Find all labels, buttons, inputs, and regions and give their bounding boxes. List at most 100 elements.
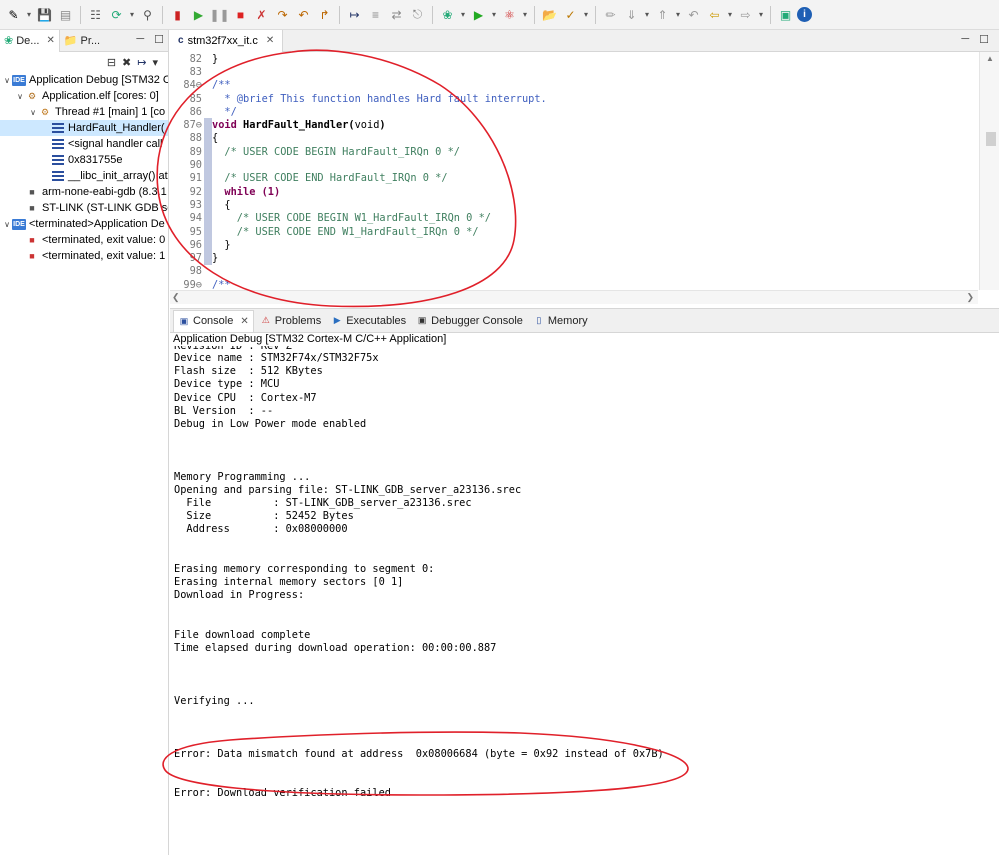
- close-icon[interactable]: ✕: [240, 316, 248, 327]
- last-edit-icon[interactable]: ↶: [684, 5, 703, 25]
- tab-problems[interactable]: ⚠ Problems: [256, 310, 325, 332]
- new-icon[interactable]: ✎: [4, 5, 23, 25]
- tree-item[interactable]: ■ ST-LINK (ST-LINK GDB ser: [0, 200, 168, 216]
- minimize-icon[interactable]: ─: [961, 33, 969, 46]
- pen-icon[interactable]: ✏: [601, 5, 620, 25]
- view-menu-icon[interactable]: ▾: [152, 56, 158, 69]
- build-icon[interactable]: ☷: [86, 5, 105, 25]
- prev-annotation-icon[interactable]: ⇑: [653, 5, 672, 25]
- tab-console[interactable]: ▣ Console ✕: [173, 309, 254, 332]
- chevron-down-icon[interactable]: ∨: [15, 92, 25, 101]
- chevron-down-icon[interactable]: ∨: [2, 76, 12, 85]
- line-number: 95: [189, 225, 202, 238]
- console-output[interactable]: Revision ID : Rev Z Device name : STM32F7…: [170, 346, 999, 800]
- run-dropdown-icon[interactable]: ▾: [490, 5, 498, 25]
- tree-item[interactable]: ■ arm-none-eabi-gdb (8.3.1: [0, 184, 168, 200]
- console-line: Address : 0x08000000: [174, 523, 348, 536]
- tree-item[interactable]: __libc_init_array() at: [0, 168, 168, 184]
- console-line: Device type : MCU: [174, 378, 280, 391]
- scroll-right-icon[interactable]: ❯: [966, 292, 974, 303]
- console-line: File : ST-LINK_GDB_server_a23136.srec: [174, 497, 472, 510]
- pin-icon[interactable]: ▣: [776, 5, 795, 25]
- external-tools-dropdown-icon[interactable]: ▾: [521, 5, 529, 25]
- console-header: Application Debug [STM32 Cortex-M C/C++ …: [173, 333, 447, 345]
- search-icon[interactable]: ✓: [561, 5, 580, 25]
- filter-icon[interactable]: ⚲: [138, 5, 157, 25]
- tab-project-label: Pr...: [80, 34, 101, 47]
- code-text: * @brief This function handles Hard faul…: [212, 92, 547, 105]
- tree-item[interactable]: ■ <terminated, exit value: 0: [0, 232, 168, 248]
- search-dropdown-icon[interactable]: ▾: [582, 5, 590, 25]
- code-text: while (1): [212, 185, 281, 198]
- debug-config-icon[interactable]: ⟳: [107, 5, 126, 25]
- tab-project[interactable]: 📁 Pr...: [60, 30, 104, 52]
- gutter-marker: [204, 198, 212, 212]
- tab-memory[interactable]: ▯ Memory: [529, 310, 592, 332]
- gutter-marker: [204, 251, 212, 265]
- tab-debug[interactable]: ❀ De... ✕: [0, 30, 60, 52]
- disconnect-icon[interactable]: ✗: [252, 5, 271, 25]
- use-step-filters-icon[interactable]: ≡: [366, 5, 385, 25]
- tree-item[interactable]: ∨ IDE <terminated>Application De: [0, 216, 168, 232]
- tree-item[interactable]: ■ <terminated, exit value: 1: [0, 248, 168, 264]
- step-over-icon[interactable]: ↶: [294, 5, 313, 25]
- step-return-icon[interactable]: ↱: [315, 5, 334, 25]
- maximize-icon[interactable]: ☐: [154, 33, 164, 46]
- maximize-icon[interactable]: ☐: [979, 33, 989, 46]
- tab-executables[interactable]: ▶ Executables: [327, 310, 410, 332]
- external-tools-icon[interactable]: ⚛: [500, 5, 519, 25]
- code-line: 88 {: [170, 131, 978, 146]
- forward-icon[interactable]: ⇨: [736, 5, 755, 25]
- back-dropdown-icon[interactable]: ▾: [726, 5, 734, 25]
- code-line: 86 */: [170, 105, 978, 118]
- step-mode-icon[interactable]: ↦: [137, 56, 146, 69]
- restart-icon[interactable]: ⇄: [387, 5, 406, 25]
- tree-item[interactable]: HardFault_Handler(: [0, 120, 168, 136]
- line-number: 96: [189, 238, 202, 251]
- minimize-icon[interactable]: ─: [136, 33, 144, 46]
- forward-dropdown-icon[interactable]: ▾: [757, 5, 765, 25]
- remove-terminated-icon[interactable]: ✖: [122, 56, 131, 69]
- tab-debugger-console[interactable]: ▣ Debugger Console: [412, 310, 527, 332]
- collapse-all-icon[interactable]: ⊟: [107, 56, 116, 69]
- run-icon[interactable]: ▶: [469, 5, 488, 25]
- new-dropdown-icon[interactable]: ▾: [25, 5, 33, 25]
- info-icon[interactable]: i: [797, 7, 812, 22]
- save-icon[interactable]: 💾: [35, 5, 54, 25]
- suspend-icon[interactable]: ❚❚: [209, 5, 229, 25]
- debug-icon[interactable]: ❀: [438, 5, 457, 25]
- next-annotation-icon[interactable]: ⇓: [622, 5, 641, 25]
- debug-config-dropdown-icon[interactable]: ▾: [128, 5, 136, 25]
- code-area[interactable]: 82} 83 84⊖/** 85 * @brief This function han…: [170, 52, 978, 290]
- reset-icon[interactable]: ⎋: [408, 5, 427, 25]
- scroll-thumb[interactable]: [986, 132, 996, 146]
- debug-dropdown-icon[interactable]: ▾: [459, 5, 467, 25]
- tree-item[interactable]: ∨ IDE Application Debug [STM32 C: [0, 72, 168, 88]
- editor-horizontal-scrollbar[interactable]: ❮ ❯: [170, 290, 978, 304]
- instruction-step-icon[interactable]: ↦: [345, 5, 364, 25]
- scroll-left-icon[interactable]: ❮: [172, 292, 180, 303]
- step-into-icon[interactable]: ↷: [273, 5, 292, 25]
- chevron-down-icon[interactable]: ∨: [28, 108, 38, 117]
- open-type-icon[interactable]: 📂: [540, 5, 559, 25]
- tree-item[interactable]: <signal handler call: [0, 136, 168, 152]
- scroll-up-icon[interactable]: ▲: [986, 54, 994, 63]
- code-text: /* USER CODE END W1_HardFault_IRQn 0 */: [212, 225, 479, 238]
- resume-icon[interactable]: ▶: [189, 5, 208, 25]
- back-icon[interactable]: ⇦: [705, 5, 724, 25]
- save-all-icon[interactable]: ▤: [56, 5, 75, 25]
- skip-breakpoints-icon[interactable]: ▮: [168, 5, 187, 25]
- close-icon[interactable]: ✕: [266, 35, 274, 46]
- editor-vertical-scrollbar[interactable]: ▲: [979, 52, 999, 290]
- tree-item[interactable]: ∨ ⚙ Thread #1 [main] 1 [co: [0, 104, 168, 120]
- tree-item[interactable]: ∨ ⚙ Application.elf [cores: 0]: [0, 88, 168, 104]
- close-icon[interactable]: ✕: [46, 35, 54, 46]
- prev-annotation-dropdown-icon[interactable]: ▾: [674, 5, 682, 25]
- next-annotation-dropdown-icon[interactable]: ▾: [643, 5, 651, 25]
- editor-tab[interactable]: c stm32f7xx_it.c ✕: [170, 29, 284, 52]
- chevron-down-icon[interactable]: ∨: [2, 220, 12, 229]
- tree-item[interactable]: 0x831755e: [0, 152, 168, 168]
- terminate-icon[interactable]: ■: [231, 5, 250, 25]
